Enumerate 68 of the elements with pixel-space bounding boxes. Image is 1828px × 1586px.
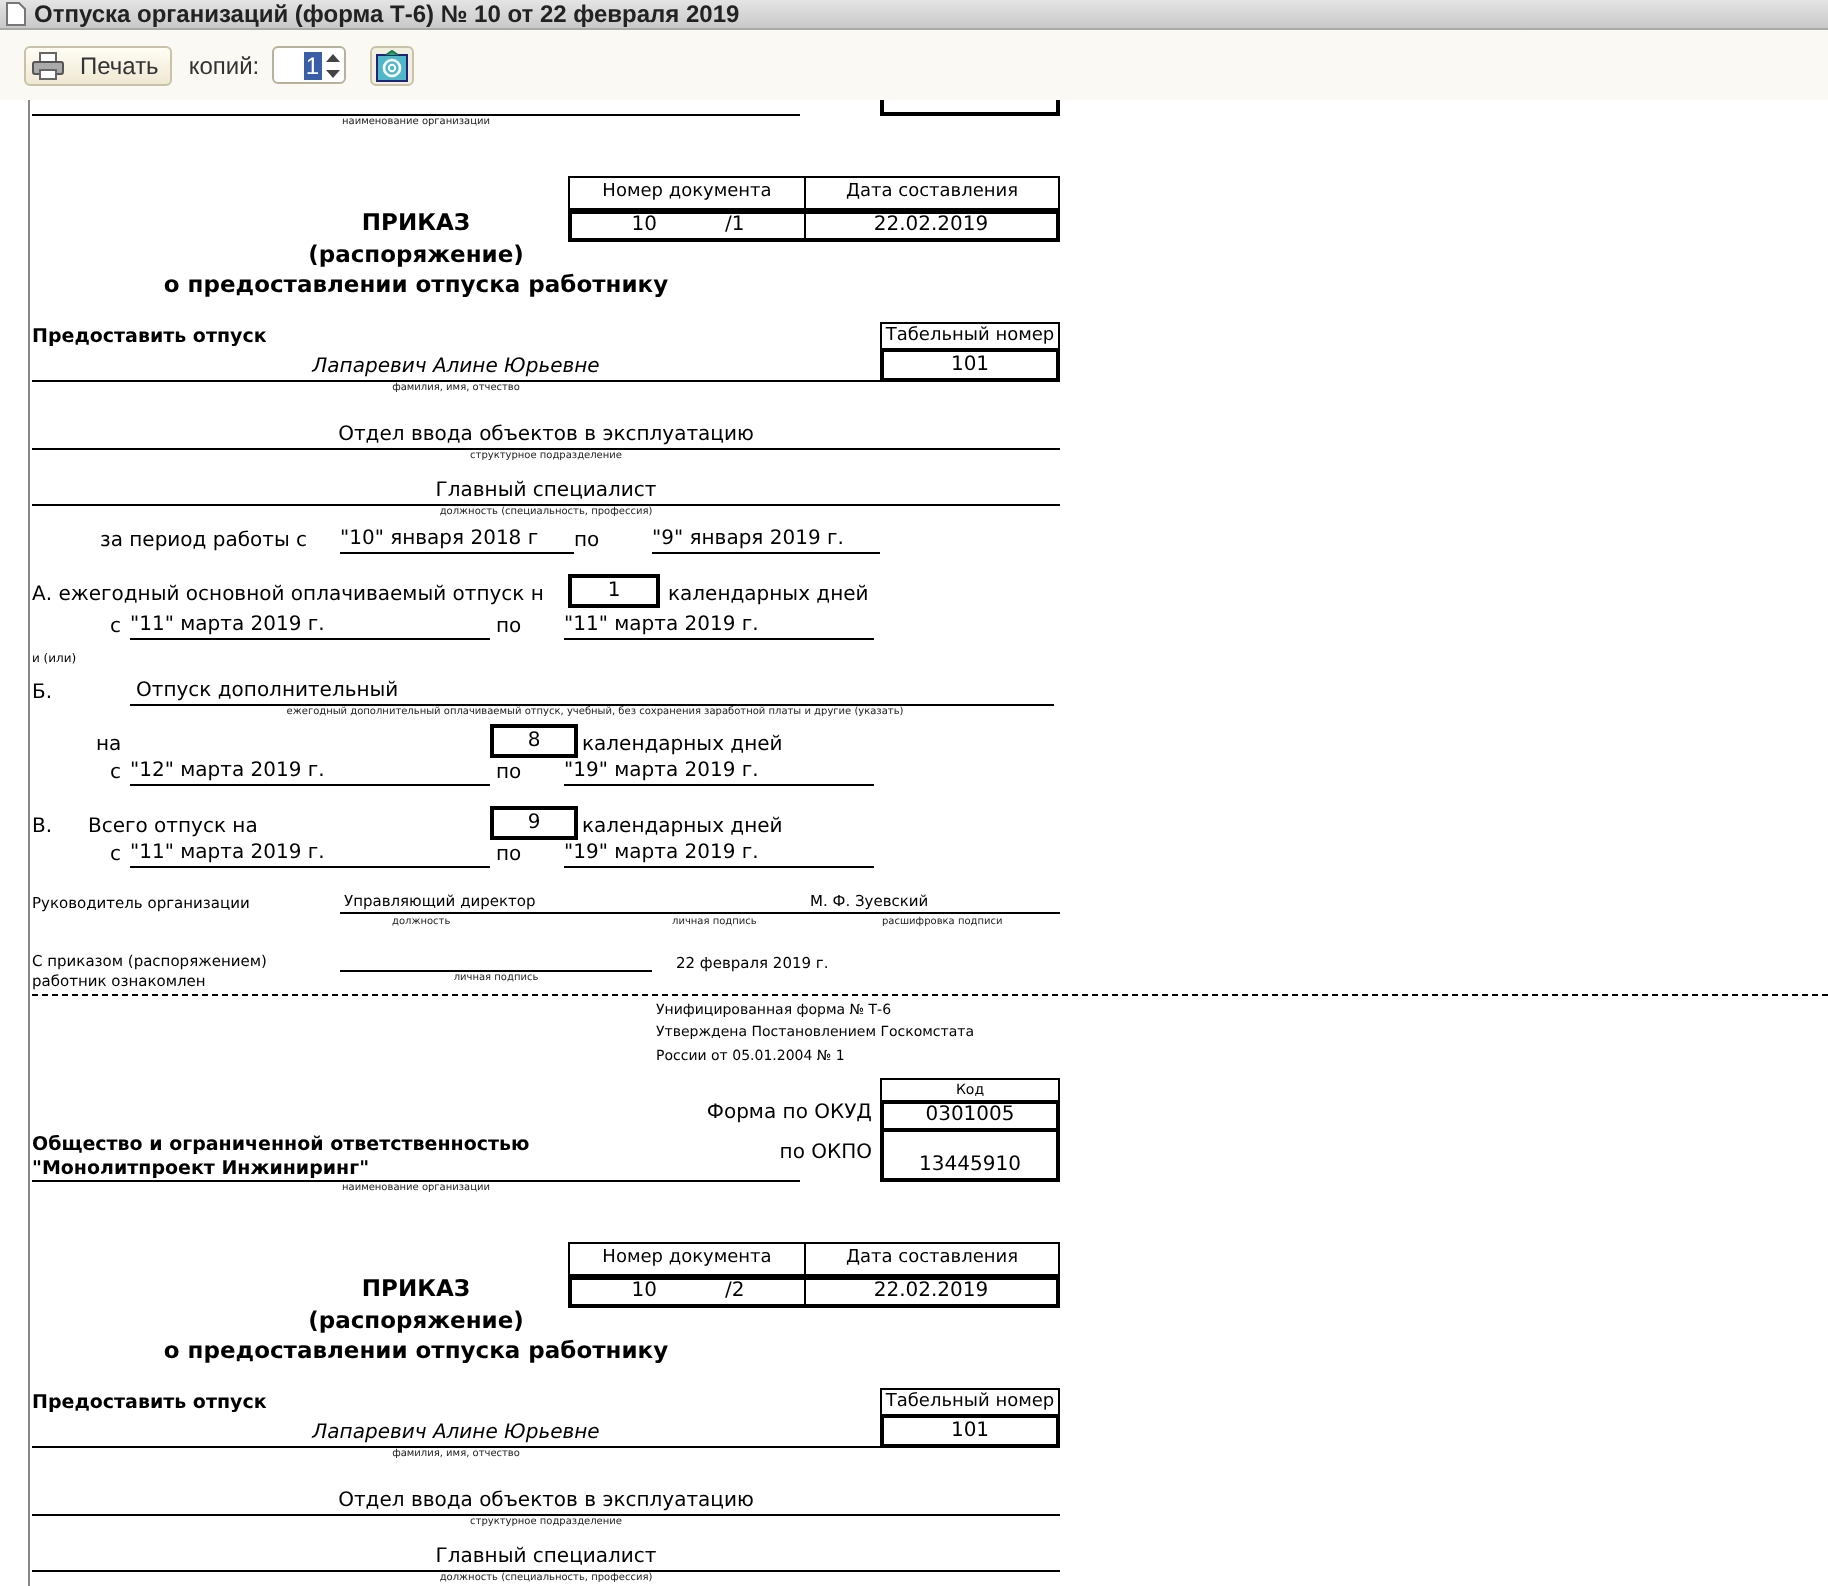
document-date-cell: 22.02.2019 [804, 210, 1060, 242]
period-label: за период работы с [100, 529, 310, 553]
order-title: ПРИКАЗ [361, 208, 471, 239]
to-label: по [494, 615, 524, 639]
print-button[interactable]: Печать [24, 45, 173, 85]
document-number-cell: 10 /1 [568, 210, 804, 242]
order-title: (распоряжение) [308, 239, 524, 270]
to-label: по [574, 529, 602, 553]
total-label: Всего отпуск на [88, 815, 260, 839]
spin-arrows-icon[interactable] [323, 49, 342, 81]
okpo-code-cell: 13445910 [880, 1132, 1060, 1182]
days-cell: 8 [490, 723, 578, 757]
okud-code-cell: 0301005 [880, 1100, 1060, 1132]
date-field: "11" марта 2019 г. [130, 841, 490, 867]
personnel-number-cell: 101 [880, 1413, 1060, 1447]
days-cell: 9 [490, 805, 578, 839]
employee-name-field: Лапаревич Алине Юрьевне [32, 355, 880, 381]
date-field: "11" марта 2019 г. [130, 613, 490, 639]
leave-type-field: Отпуск дополнительный [130, 679, 1054, 705]
table-header-cell: Дата составления [804, 176, 1060, 210]
date-field: "11" марта 2019 г. [564, 613, 874, 639]
leave-label: А. ежегодный основной оплачиваемый отпуск н [32, 583, 546, 607]
employee-name-field: Лапаревич Алине Юрьевне [32, 1421, 880, 1447]
table-header-cell: Дата составления [804, 1242, 1060, 1276]
organization-name: Общество и ограниченной ответственностью [32, 1134, 530, 1157]
grant-label: Предоставить отпуск [32, 325, 267, 349]
date-field: "9" января 2019 г. [652, 527, 880, 553]
from-label: с [110, 843, 123, 867]
okud-label: Форма по ОКУД [706, 1102, 872, 1126]
date-field: "10" января 2018 г [340, 527, 574, 553]
order-title: ПРИКАЗ [361, 1274, 471, 1305]
email-button[interactable] [369, 45, 414, 85]
on-label: на [96, 733, 124, 757]
from-label: с [110, 761, 123, 785]
document-icon [6, 2, 26, 26]
to-label: по [494, 843, 524, 867]
position-field: Главный специалист [32, 479, 1060, 505]
grant-label: Предоставить отпуск [32, 1391, 267, 1415]
organization-name: "Монолитпроект Инжиниринг" [32, 1157, 370, 1180]
table-header-cell: Табельный номер [880, 321, 1060, 349]
department-field: Отдел ввода объектов в эксплуатацию [32, 1489, 1060, 1515]
order-title: (распоряжение) [308, 1305, 524, 1336]
date-field: "19" марта 2019 г. [564, 759, 874, 785]
copies-spin-field[interactable]: 1 [271, 46, 346, 84]
copies-label: копий: [188, 51, 260, 79]
table-header-cell: Номер документа [568, 176, 804, 210]
date-field: "19" марта 2019 г. [564, 841, 874, 867]
from-label: с [110, 615, 123, 639]
table-header-cell: Табельный номер [880, 1387, 1060, 1415]
department-field: Отдел ввода объектов в эксплуатацию [32, 423, 1060, 449]
document-date-cell: 22.02.2019 [804, 1276, 1060, 1308]
document-number-cell: 10 /2 [568, 1276, 804, 1308]
window-title: Отпуска организаций (форма Т-6) № 10 от 22 февраля 2019 [34, 0, 740, 28]
item-letter: Б. [32, 681, 55, 705]
position-field: Главный специалист [32, 1545, 1060, 1571]
days-cell: 1 [568, 573, 660, 607]
to-label: по [494, 761, 524, 785]
table-header-cell: Номер документа [568, 1242, 804, 1276]
printer-icon [32, 51, 64, 79]
days-label: календарных дней [666, 583, 869, 607]
okpo-label: по ОКПО [779, 1142, 872, 1166]
order-title: о предоставлении отпуска работнику [163, 1336, 669, 1367]
item-letter: В. [32, 815, 55, 839]
date-field: "12" марта 2019 г. [130, 759, 490, 785]
personnel-number-cell: 101 [880, 347, 1060, 381]
days-label: календарных дней [580, 733, 783, 757]
days-label: календарных дней [580, 815, 783, 839]
order-title: о предоставлении отпуска работнику [163, 270, 669, 301]
